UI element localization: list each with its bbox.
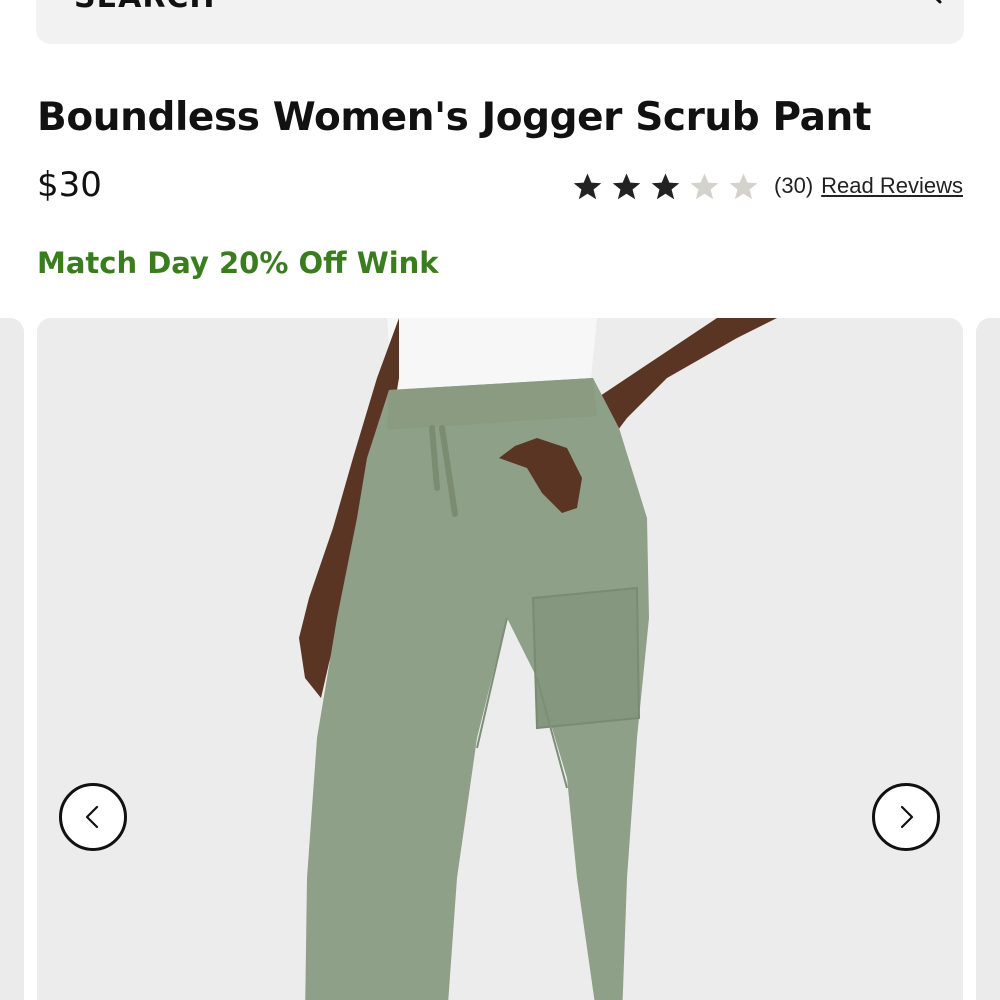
chevron-left-icon — [85, 805, 99, 829]
star-filled-icon — [612, 172, 641, 199]
promo-text: Match Day 20% Off Wink — [37, 246, 439, 280]
previous-slide-peek[interactable] — [0, 318, 24, 1000]
product-image-slide[interactable] — [37, 318, 963, 1000]
star-empty-icon — [729, 172, 758, 199]
chevron-right-icon — [900, 805, 914, 829]
search-label: SEARCH — [74, 0, 216, 14]
product-title: Boundless Women's Jogger Scrub Pant — [37, 95, 872, 140]
star-filled-icon — [651, 172, 680, 199]
search-icon[interactable] — [900, 0, 944, 8]
read-reviews-link[interactable]: Read Reviews — [821, 173, 963, 199]
star-filled-icon — [573, 172, 602, 199]
rating: (30) Read Reviews — [571, 166, 963, 206]
star-empty-icon — [690, 172, 719, 199]
image-gallery[interactable] — [0, 318, 1000, 1000]
search-bar[interactable]: SEARCH — [36, 0, 964, 44]
product-price: $30 — [37, 165, 102, 205]
gallery-next-button[interactable] — [872, 783, 940, 851]
product-image — [37, 318, 963, 1000]
next-slide-peek[interactable] — [976, 318, 1000, 1000]
rating-stars — [571, 170, 760, 203]
gallery-previous-button[interactable] — [59, 783, 127, 851]
review-count: (30) — [774, 173, 814, 198]
